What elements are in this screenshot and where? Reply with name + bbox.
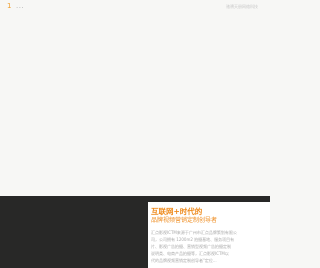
body-line: 代的品牌视频营销定制创导者"定位...: [151, 258, 217, 263]
brand-link[interactable]: 驰骋天册网络科技: [226, 4, 258, 10]
body-line: 片、影视广告拍摄、营销型视频广告拍摄定制: [151, 244, 231, 249]
page-indicator-dots: ...: [16, 2, 25, 10]
body-line: 司，公司拥有 1200m2 拍摄基地、服务项目有: [151, 237, 235, 242]
card-subtitle: 品牌视频营销定制创导者: [151, 217, 218, 224]
card-body-text: 汇点影视ICTM来源于广州市汇点品牌策划有限公 司，公司拥有 1200m2 拍摄…: [151, 229, 269, 264]
body-line: 汇点影视ICTM来源于广州市汇点品牌策划有限公: [151, 230, 237, 235]
body-line: 说明类、电商产品拍摄等，汇点影视ICTM以: [151, 251, 229, 256]
intro-card: 互联网+时代的 品牌视频营销定制创导者 汇点影视ICTM来源于广州市汇点品牌策划…: [148, 202, 270, 268]
top-bar: 1 ... 驰骋天册网络科技: [0, 0, 270, 16]
page-number: 1: [7, 2, 12, 10]
